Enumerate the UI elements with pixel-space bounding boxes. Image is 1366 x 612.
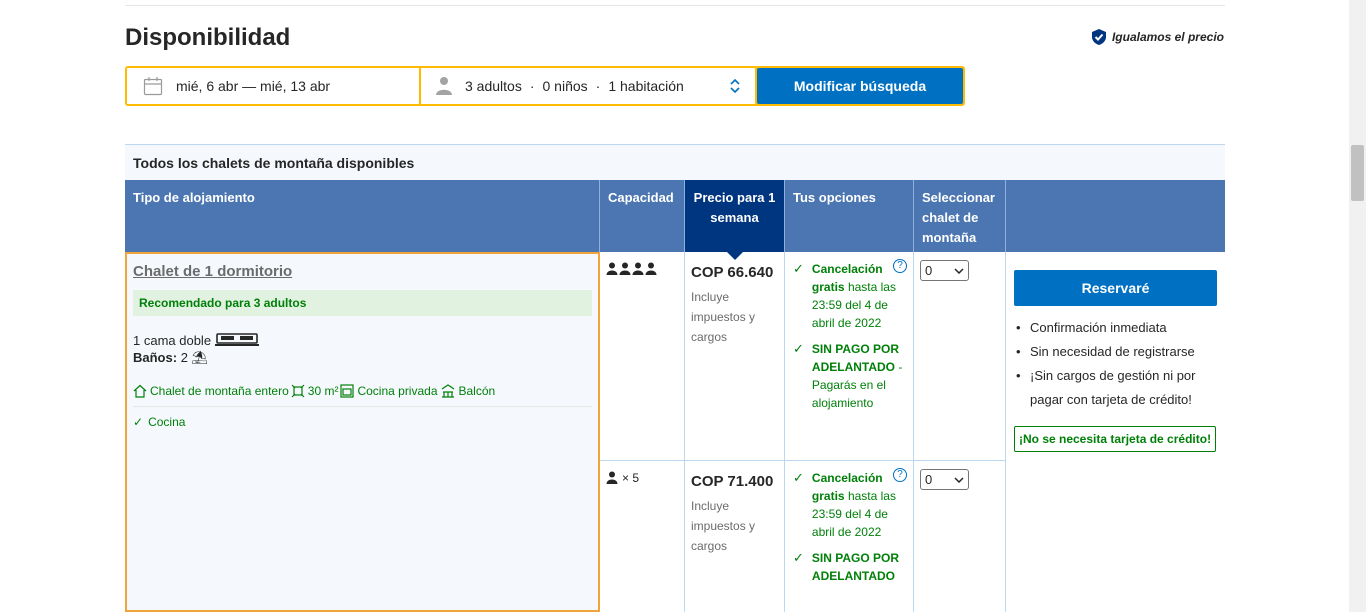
table-body: Chalet de 1 dormitorio Recomendado para … xyxy=(125,252,1225,612)
reserve-button[interactable]: Reservaré xyxy=(1014,270,1217,306)
header-capacity: Capacidad xyxy=(600,180,685,252)
bed-info: 1 cama doble xyxy=(133,332,592,348)
help-icon[interactable]: ? xyxy=(893,259,907,273)
kitchen-icon xyxy=(340,384,355,398)
kitchen-feature: ✓ Cocina xyxy=(133,415,186,429)
price-match-check-icon xyxy=(1091,29,1106,45)
section-title: Disponibilidad xyxy=(125,24,291,51)
separator-dot: · xyxy=(595,78,601,94)
select-cell: 0 xyxy=(914,461,1006,612)
adults-text: 3 adultos xyxy=(465,78,522,94)
facility-item: Balcón xyxy=(440,384,495,398)
capacity-cell xyxy=(600,252,685,460)
rate-row: COP 66.640 Incluye impuestos y cargos ? … xyxy=(600,252,1006,461)
rate-row: × 5 COP 71.400 Incluye impuestos y cargo… xyxy=(600,461,1006,612)
bed-text: 1 cama doble xyxy=(133,332,212,348)
baths-label: Baños: xyxy=(133,350,178,365)
help-icon[interactable]: ? xyxy=(893,468,907,482)
capacity-cell: × 5 xyxy=(600,461,685,612)
double-bed-icon xyxy=(215,333,260,346)
balcony-icon xyxy=(441,384,454,398)
check-icon: ✓ xyxy=(793,341,804,356)
reserve-cell: Reservaré Confirmación inmediata Sin nec… xyxy=(1006,252,1225,612)
page-scrollbar[interactable] xyxy=(1349,0,1366,612)
date-picker[interactable]: mié, 6 abr — mié, 13 abr xyxy=(127,68,419,104)
price-cell: COP 66.640 Incluye impuestos y cargos xyxy=(685,252,785,460)
price-value: COP 71.400 xyxy=(691,473,774,490)
header-reserve xyxy=(1006,180,1225,252)
price-value: COP 66.640 xyxy=(691,264,774,281)
facility-item: Cocina privada xyxy=(340,384,438,398)
modify-search-button[interactable]: Modificar búsqueda xyxy=(757,68,963,104)
search-bar: mié, 6 abr — mié, 13 abr 3 adultos · 0 n… xyxy=(125,66,965,106)
price-cell: COP 71.400 Incluye impuestos y cargos xyxy=(685,461,785,612)
four-persons-icon xyxy=(606,262,657,275)
room-name-link[interactable]: Chalet de 1 dormitorio xyxy=(133,263,592,280)
person-icon xyxy=(435,76,453,96)
calendar-icon xyxy=(143,77,163,96)
chevron-down-icon xyxy=(954,476,964,483)
header-type: Tipo de alojamiento xyxy=(125,180,600,252)
no-card-badge: ¡No se necesita tarjeta de crédito! xyxy=(1014,426,1217,452)
date-range-text: mié, 6 abr — mié, 13 abr xyxy=(176,78,331,94)
table-caption: Todos los chalets de montaña disponibles xyxy=(125,144,1225,180)
no-prepay-option: ✓ SIN PAGO POR ADELANTADO - Pagarás en e… xyxy=(793,341,903,410)
baths-info: Baños: 2 ⛱ xyxy=(133,350,592,366)
capacity-multiplier: × 5 xyxy=(606,471,678,485)
benefits-list: Confirmación inmediata Sin necesidad de … xyxy=(1014,316,1217,412)
updown-chevron-icon xyxy=(729,78,741,97)
room-quantity-select[interactable]: 0 xyxy=(920,469,969,490)
size-icon xyxy=(291,384,305,398)
header-price: Precio para 1 semana xyxy=(685,180,785,260)
room-quantity-select[interactable]: 0 xyxy=(920,260,969,281)
facility-item: 30 m² xyxy=(291,384,338,398)
check-icon: ✓ xyxy=(793,470,804,485)
availability-table: Todos los chalets de montaña disponibles… xyxy=(125,144,1225,612)
facilities-list: Chalet de montaña entero 30 m² Cocina pr… xyxy=(133,384,592,407)
no-prepay-option: ✓ SIN PAGO POR ADELANTADO xyxy=(793,550,900,583)
house-icon xyxy=(133,384,147,398)
person-icon xyxy=(606,471,618,484)
guests-selector[interactable]: 3 adultos · 0 niños · 1 habitación xyxy=(421,68,755,104)
room-type-cell: Chalet de 1 dormitorio Recomendado para … xyxy=(125,252,600,612)
rate-rows: COP 66.640 Incluye impuestos y cargos ? … xyxy=(600,252,1006,612)
facility-item: Chalet de montaña entero xyxy=(133,384,289,398)
benefit-item: ¡Sin cargos de gestión ni por pagar con … xyxy=(1014,364,1217,412)
price-match-badge[interactable]: Igualamos el precio xyxy=(1091,29,1224,45)
select-cell: 0 xyxy=(914,252,1006,460)
check-icon: ✓ xyxy=(793,550,804,565)
recommended-badge: Recomendado para 3 adultos xyxy=(133,290,592,316)
options-cell: ? ✓ Cancelación gratis hasta las 23:59 d… xyxy=(785,461,914,612)
header-options: Tus opciones xyxy=(785,180,914,252)
benefit-item: Sin necesidad de registrarse xyxy=(1014,340,1217,364)
children-text: 0 niños xyxy=(542,78,588,94)
taxes-note: Incluye impuestos y cargos xyxy=(691,499,756,553)
chevron-down-icon xyxy=(954,267,964,274)
price-match-label: Igualamos el precio xyxy=(1111,30,1224,44)
benefit-item: Confirmación inmediata xyxy=(1014,316,1217,340)
table-header: Tipo de alojamiento Capacidad Precio par… xyxy=(125,180,1225,260)
top-divider xyxy=(125,5,1225,6)
free-cancel-option: ✓ Cancelación gratis hasta las 23:59 del… xyxy=(793,261,896,330)
free-cancel-option: ✓ Cancelación gratis hasta las 23:59 del… xyxy=(793,470,896,539)
baths-value: 2 xyxy=(180,350,188,365)
shower-icon: ⛱ xyxy=(191,350,209,365)
separator-dot: · xyxy=(529,78,535,94)
options-cell: ? ✓ Cancelación gratis hasta las 23:59 d… xyxy=(785,252,914,460)
taxes-note: Incluye impuestos y cargos xyxy=(691,290,756,344)
scrollbar-thumb[interactable] xyxy=(1351,145,1364,201)
rooms-text: 1 habitación xyxy=(608,78,684,94)
check-icon: ✓ xyxy=(133,415,144,429)
check-icon: ✓ xyxy=(793,261,804,276)
header-select: Seleccionar chalet de montaña xyxy=(914,180,1006,252)
